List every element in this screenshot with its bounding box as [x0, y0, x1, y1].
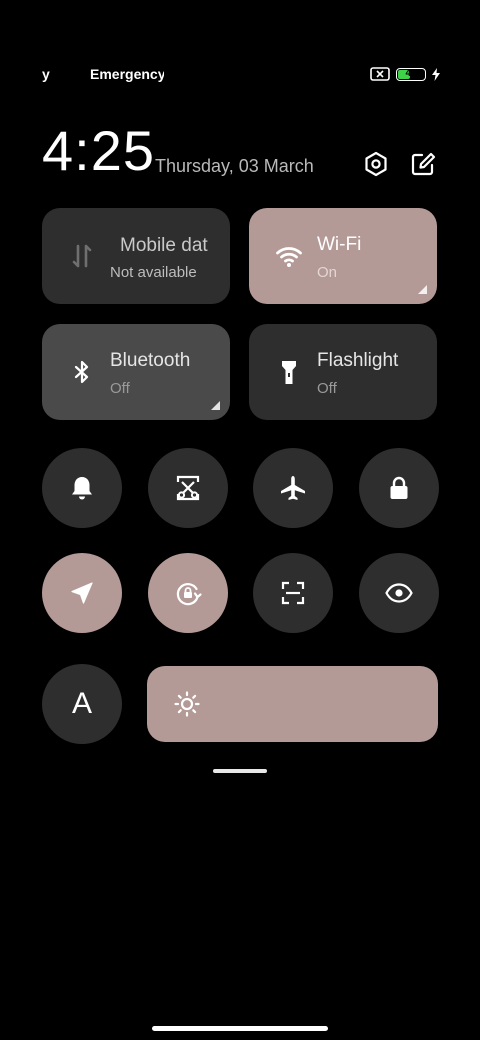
settings-hex-icon[interactable] — [362, 150, 390, 178]
expand-corner-icon[interactable] — [418, 285, 427, 294]
rotation-lock-icon — [176, 583, 202, 606]
status-bar-right: 42 — [370, 67, 440, 81]
date: Thursday, 03 March — [155, 156, 314, 176]
tile-wifi[interactable]: Wi-Fi On — [249, 208, 437, 304]
battery-level: 42 — [405, 67, 417, 79]
tile-flashlight-title: Flashlight — [317, 350, 399, 371]
bell-icon — [72, 477, 92, 500]
toggle-lock-screen[interactable] — [359, 448, 439, 528]
toggle-reading-mode[interactable] — [359, 553, 439, 633]
tile-wifi-status: On — [317, 264, 338, 281]
toggle-auto-brightness[interactable]: A — [42, 664, 122, 744]
carrier-label-2: Emergency — [90, 66, 164, 82]
flashlight-icon — [282, 361, 296, 384]
tile-mobile-data-status: Not available — [110, 264, 197, 281]
panel-drag-handle[interactable] — [213, 769, 267, 773]
tile-mobile-data-title: Mobile dat — [120, 235, 208, 256]
brightness-slider[interactable] — [147, 666, 438, 742]
tile-flashlight[interactable]: Flashlight Off — [249, 324, 437, 420]
toggle-screenshot[interactable] — [148, 448, 228, 528]
tile-bluetooth-title: Bluetooth — [110, 350, 191, 371]
tile-bluetooth[interactable]: Bluetooth Off — [42, 324, 230, 420]
toggle-ring[interactable] — [42, 448, 122, 528]
toggle-airplane[interactable] — [253, 448, 333, 528]
location-icon — [71, 582, 93, 604]
wifi-icon — [276, 247, 302, 267]
tile-mobile-data[interactable]: Mobile dat Not available — [42, 208, 230, 304]
lock-icon — [390, 476, 408, 499]
charging-icon — [432, 67, 440, 81]
eye-icon — [385, 583, 413, 603]
toggle-scanner[interactable] — [253, 553, 333, 633]
tile-flashlight-status: Off — [317, 380, 337, 397]
scanner-icon — [281, 581, 305, 605]
sun-icon — [174, 691, 200, 717]
tile-wifi-title: Wi-Fi — [317, 234, 362, 255]
carrier-label-1: y — [42, 66, 50, 82]
toggle-rotation-lock[interactable] — [148, 553, 228, 633]
status-bar-carriers: y Emergency — [42, 66, 164, 82]
screenshot-icon — [176, 475, 200, 501]
expand-corner-icon[interactable] — [211, 401, 220, 410]
no-sim-icon — [370, 67, 390, 81]
clock: 4:25 — [42, 119, 155, 182]
bluetooth-icon — [74, 360, 89, 384]
battery-indicator: 42 — [396, 67, 426, 81]
toggle-location[interactable] — [42, 553, 122, 633]
auto-brightness-label: A — [71, 687, 92, 720]
tile-bluetooth-status: Off — [110, 380, 130, 397]
airplane-icon — [281, 476, 305, 500]
edit-icon[interactable] — [409, 150, 437, 178]
home-gesture-bar[interactable] — [152, 1026, 328, 1031]
mobile-data-icon — [72, 244, 92, 268]
